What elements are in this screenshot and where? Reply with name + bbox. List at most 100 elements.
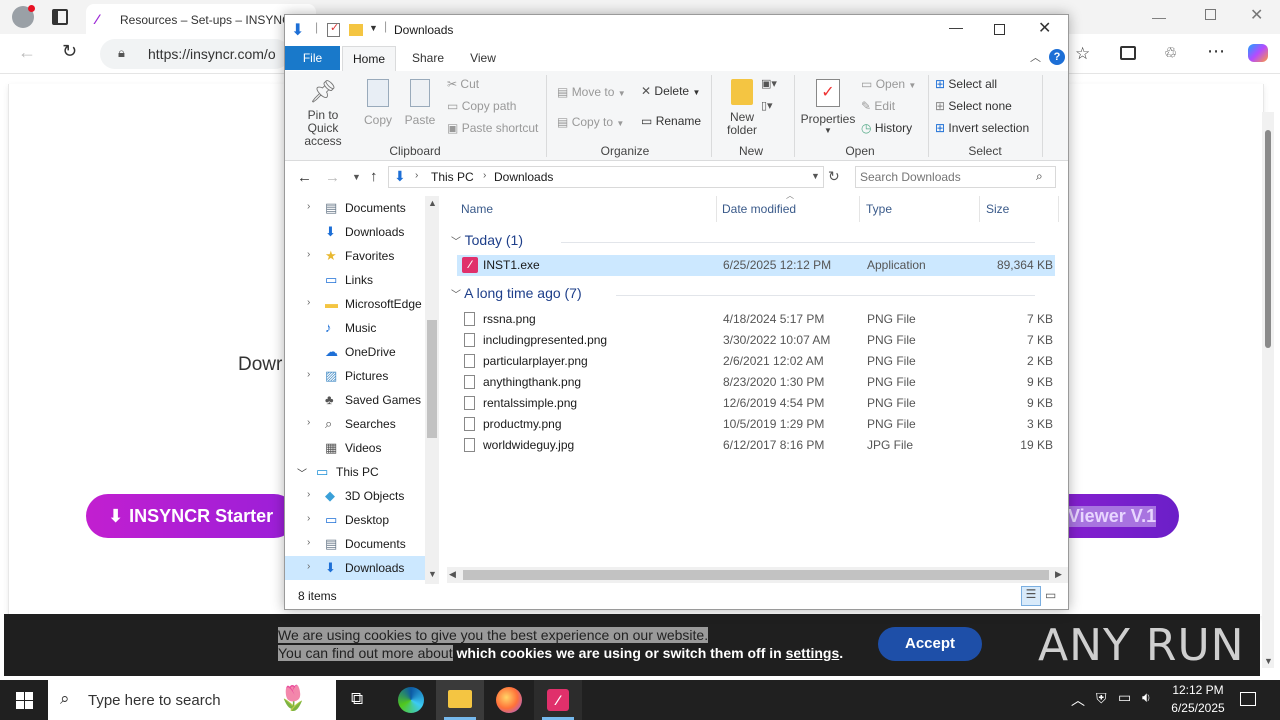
task-view-icon[interactable]: ⧉ [351, 689, 363, 709]
browser-close-icon[interactable]: ✕ [1250, 5, 1263, 25]
browser-tab[interactable]: ⁄ Resources – Set-ups – INSYNCR [86, 4, 316, 34]
copy-to-button[interactable]: ▤ Copy to ▼ [557, 115, 624, 129]
extensions-icon[interactable]: ♲ [1164, 44, 1177, 62]
tree-scrollbar[interactable]: ▲ ▼ [425, 196, 439, 584]
page-scrollbar[interactable] [1262, 112, 1274, 668]
tree-item[interactable]: ♪ Music [285, 316, 425, 340]
tab-home[interactable]: Home [342, 46, 396, 71]
tree-scrollbar-thumb[interactable] [427, 320, 437, 438]
tree-item[interactable]: ⬇ Downloads [285, 220, 425, 244]
download-starter-button[interactable]: ⬇ INSYNCR Starter [86, 494, 296, 538]
edit-button[interactable]: ✎ Edit [861, 99, 895, 113]
volume-icon[interactable]: 🔉︎ [1142, 689, 1151, 706]
page-scrollbar-thumb[interactable] [1265, 130, 1271, 348]
tree-item[interactable]: ☁ OneDrive [285, 340, 425, 364]
expand-chevron-icon[interactable]: › [307, 249, 310, 260]
tree-scroll-up-icon[interactable]: ▲ [428, 198, 437, 208]
paste-shortcut-button[interactable]: ▣ Paste shortcut [447, 121, 538, 135]
column-size[interactable]: Size [986, 202, 1009, 216]
collapse-chevron-icon[interactable]: ﹀ [297, 465, 307, 480]
delete-button[interactable]: ✕ Delete ▼ [641, 84, 700, 98]
expand-chevron-icon[interactable]: › [307, 537, 310, 548]
history-button[interactable]: ◷ History [861, 121, 912, 135]
scroll-right-icon[interactable]: ▶ [1055, 569, 1062, 580]
firefox-taskbar-icon[interactable] [496, 687, 522, 713]
select-all-button[interactable]: ⊞ Select all [935, 77, 997, 91]
copilot-icon[interactable] [1248, 44, 1268, 62]
taskbar-search-box[interactable]: ⌕ Type here to search 🌷 [48, 680, 336, 720]
group-today[interactable]: ﹀ Today (1) [451, 232, 523, 248]
pin-quick-access-button[interactable]: 📌︎ Pin to Quick access [291, 79, 355, 148]
show-hidden-icons-icon[interactable]: ︿ [1071, 690, 1085, 710]
column-divider[interactable] [1058, 196, 1059, 222]
rename-button[interactable]: ▭ Rename [641, 114, 701, 128]
tree-item[interactable]: › ▨ Pictures [285, 364, 425, 388]
expand-chevron-icon[interactable]: › [307, 417, 310, 428]
scroll-down-icon[interactable]: ▼ [1264, 656, 1273, 666]
browser-minimize-icon[interactable]: — [1152, 9, 1166, 25]
tree-item[interactable]: › ⬇ Downloads [285, 556, 425, 580]
refresh-icon[interactable]: ↻ [828, 168, 840, 185]
customize-qat-icon[interactable]: ▼ [369, 23, 378, 33]
file-row[interactable]: includingpresented.png 3/30/2022 10:07 AM… [457, 330, 1055, 351]
column-divider[interactable] [859, 196, 860, 222]
paste-button[interactable]: Paste [403, 79, 437, 129]
group-long-ago[interactable]: ﹀ A long time ago (7) [451, 285, 582, 301]
breadcrumb-downloads[interactable]: Downloads [494, 170, 553, 184]
new-item-icon[interactable]: ▣▾ [761, 77, 777, 90]
column-divider[interactable] [716, 196, 717, 222]
file-row[interactable]: particularplayer.png 2/6/2021 12:02 AM PNG… [457, 351, 1055, 372]
column-name[interactable]: Name [461, 202, 493, 216]
file-row[interactable]: productmy.png 10/5/2019 1:29 PM PNG File 3 … [457, 414, 1055, 435]
tab-share[interactable]: Share [404, 46, 452, 70]
accept-cookies-button[interactable]: Accept [878, 627, 982, 661]
column-divider[interactable] [979, 196, 980, 222]
expand-chevron-icon[interactable]: › [307, 489, 310, 500]
back-icon[interactable]: ← [18, 42, 36, 63]
file-row[interactable]: ⁄ INST1.exe 6/25/2025 12:12 PM Application 8… [457, 255, 1055, 276]
invert-selection-button[interactable]: ⊞ Invert selection [935, 121, 1029, 135]
expand-chevron-icon[interactable]: › [307, 513, 310, 524]
tree-item[interactable]: › ▬ MicrosoftEdge [285, 292, 425, 316]
column-type[interactable]: Type [866, 202, 892, 216]
large-icons-view-icon[interactable]: ▭ [1045, 588, 1056, 602]
tree-item[interactable]: ﹀ ▭ This PC [285, 460, 425, 484]
minimize-icon[interactable]: — [949, 19, 963, 35]
browser-restore-icon[interactable] [1205, 9, 1216, 20]
tree-item[interactable]: › ▤ Documents [285, 532, 425, 556]
cut-button[interactable]: ✂ Cut [447, 77, 479, 91]
help-icon[interactable]: ? [1049, 49, 1065, 65]
start-icon[interactable] [16, 692, 33, 709]
open-button[interactable]: ▭ Open ▼ [861, 77, 916, 91]
expand-chevron-icon[interactable]: › [307, 201, 310, 212]
properties-quick-icon[interactable]: ✓ [327, 22, 340, 37]
tree-item[interactable]: › ⌕ Searches [285, 412, 425, 436]
collapse-ribbon-icon[interactable]: ︿ [1030, 49, 1041, 65]
address-dropdown-icon[interactable]: ▼ [811, 171, 820, 181]
maximize-icon[interactable] [994, 24, 1005, 35]
up-icon[interactable]: ↑ [370, 168, 378, 185]
tab-view[interactable]: View [461, 46, 505, 70]
details-view-icon[interactable]: ☰ [1021, 586, 1041, 606]
cookie-settings-link[interactable]: settings [786, 645, 840, 661]
edge-taskbar-icon[interactable] [398, 687, 424, 713]
properties-button[interactable]: ✓ Properties ▼ [800, 79, 856, 141]
file-row[interactable]: anythingthank.png 8/23/2020 1:30 PM PNG Fi… [457, 372, 1055, 393]
scroll-left-icon[interactable]: ◀ [449, 569, 456, 580]
copy-path-button[interactable]: ▭ Copy path [447, 99, 516, 113]
tree-item[interactable]: › ★ Favorites [285, 244, 425, 268]
clock-time[interactable]: 12:12 PM [1170, 683, 1226, 697]
file-row[interactable]: worldwideguy.jpg 6/12/2017 8:16 PM JPG Fil… [457, 435, 1055, 456]
move-to-button[interactable]: ▤ Move to ▼ [557, 85, 626, 99]
expand-chevron-icon[interactable]: › [307, 369, 310, 380]
expand-chevron-icon[interactable]: › [307, 561, 310, 572]
tab-actions-icon[interactable] [52, 9, 68, 25]
column-date-modified[interactable]: Date modified [722, 202, 796, 216]
breadcrumb-this-pc[interactable]: This PC [431, 170, 474, 184]
more-options-icon[interactable]: ⋯ [1207, 41, 1225, 62]
network-icon[interactable]: ▭ [1118, 689, 1131, 706]
new-folder-button[interactable]: New folder [719, 79, 765, 139]
forward-icon[interactable]: → [325, 169, 340, 186]
horizontal-scrollbar-thumb[interactable] [463, 570, 1049, 580]
copy-button[interactable]: Copy [361, 79, 395, 129]
